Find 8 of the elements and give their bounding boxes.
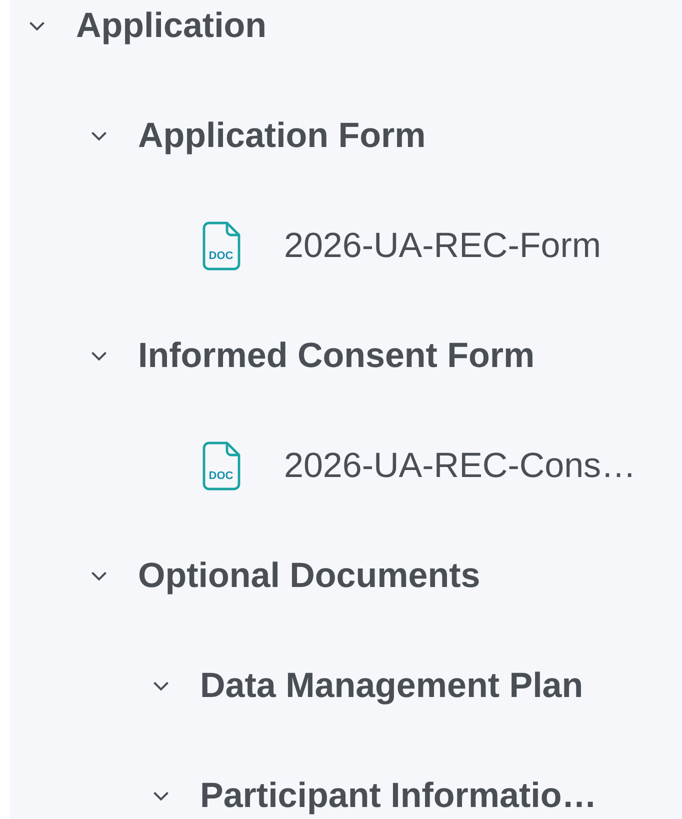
file-name[interactable]: 2026-UA-REC-Cons… [284,440,636,492]
folder-label[interactable]: Data Management Plan [200,660,584,712]
folder-label[interactable]: Optional Documents [138,550,480,602]
folder-label[interactable]: Participant Informatio… [200,770,597,819]
folder-label[interactable]: Informed Consent Form [138,330,535,382]
file-name[interactable]: 2026-UA-REC-Form [284,220,601,272]
folder-label[interactable]: Application Form [138,110,426,162]
folder-label[interactable]: Application [76,0,267,52]
